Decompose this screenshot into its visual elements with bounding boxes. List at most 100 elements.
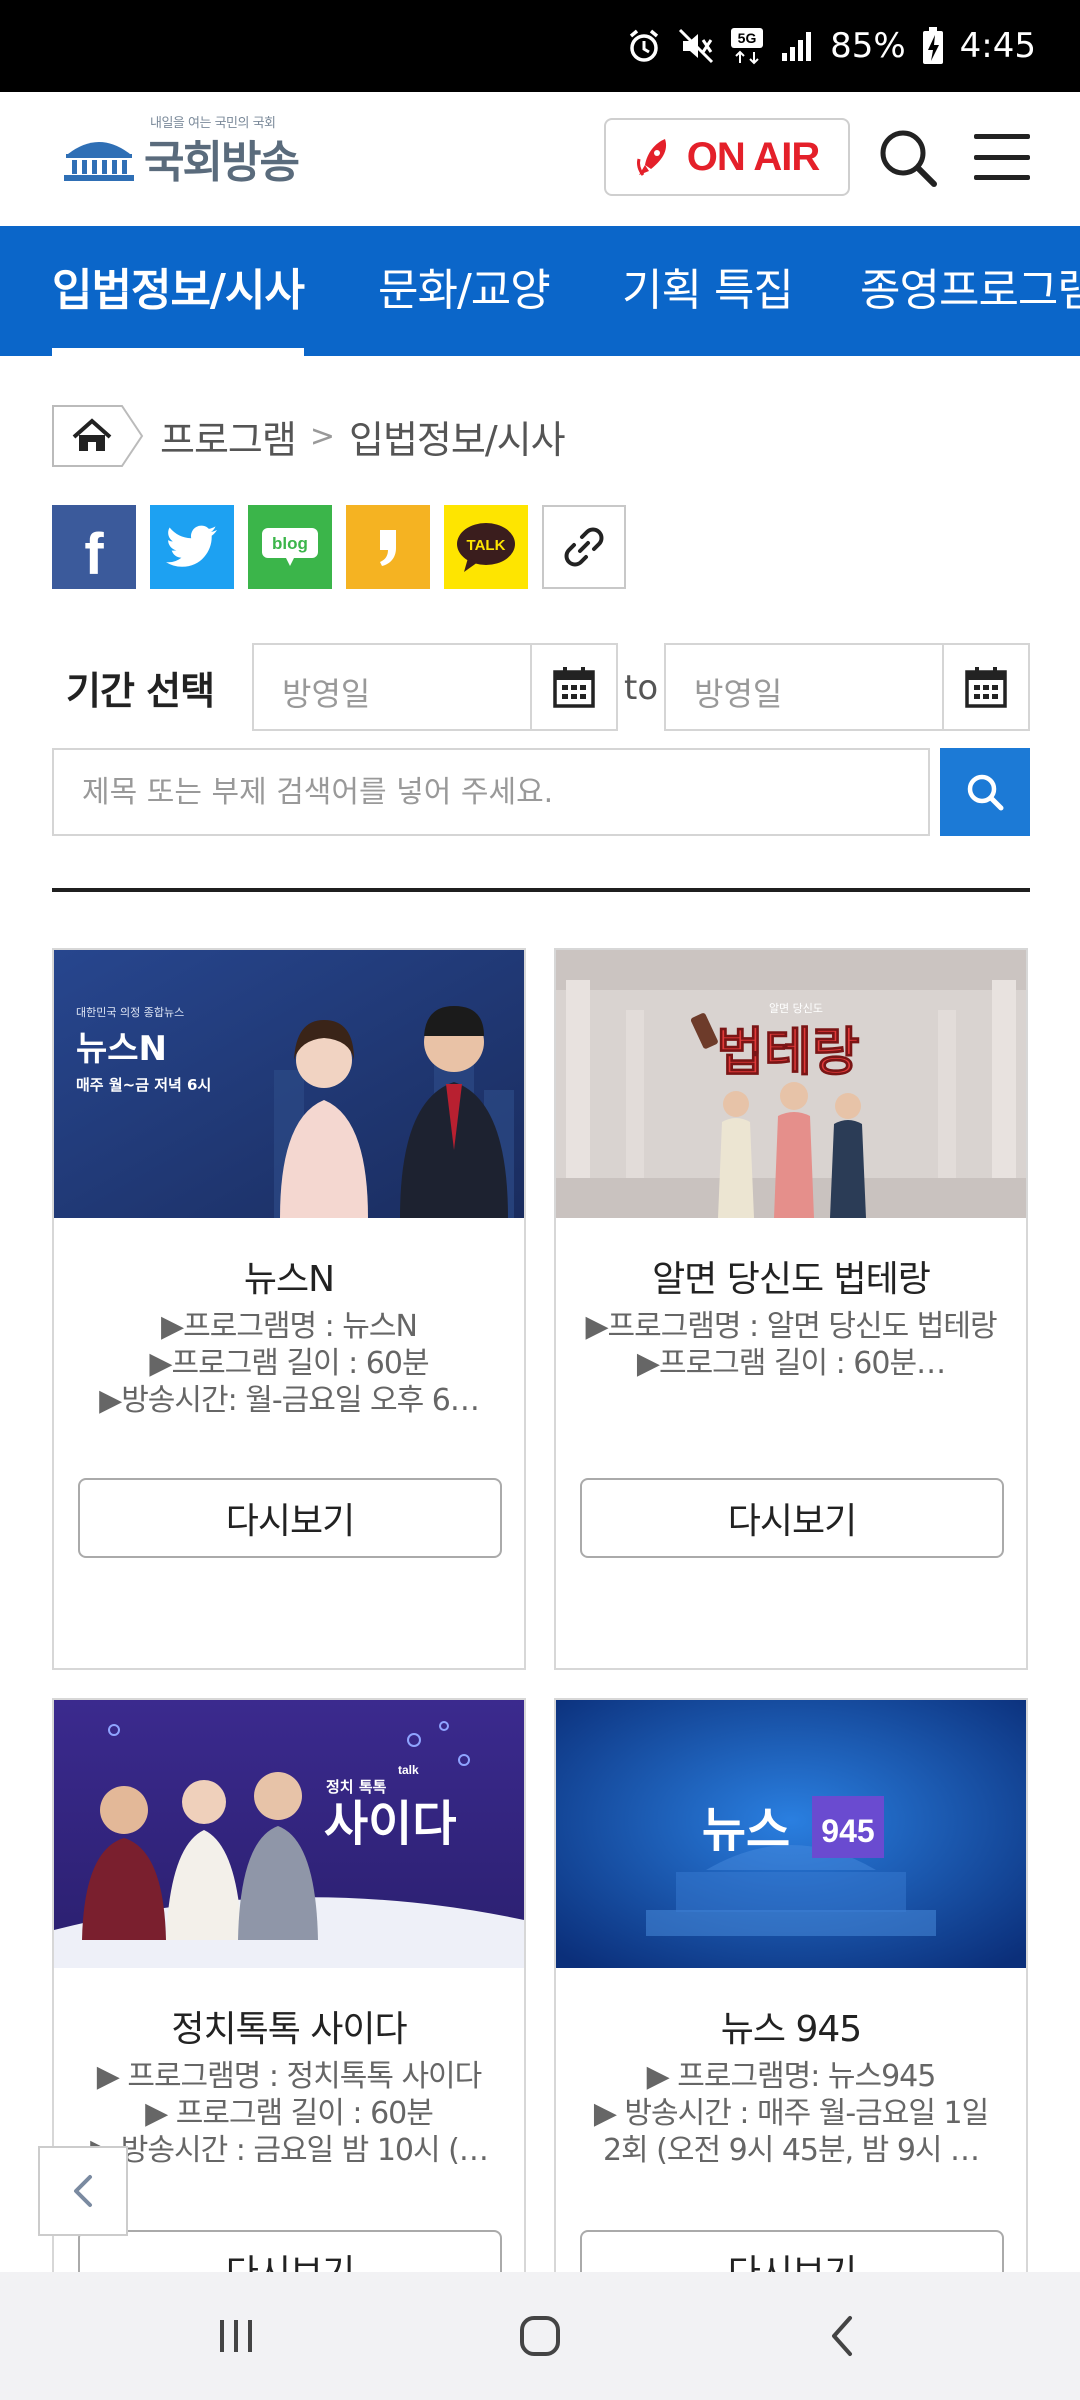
svg-text:법테랑: 법테랑	[716, 1023, 860, 1083]
start-date-calendar-button[interactable]	[530, 645, 616, 729]
on-air-button[interactable]: ON AIR	[604, 118, 850, 196]
menu-icon-bar	[974, 134, 1030, 139]
program-desc-line: ▶프로그램명 : 알면 당신도 법테랑	[585, 1309, 997, 1344]
svg-text:945: 945	[821, 1813, 874, 1849]
period-label: 기간 선택	[66, 669, 215, 713]
end-date-field[interactable]: 방영일	[664, 643, 1030, 731]
start-date-field[interactable]: 방영일	[252, 643, 618, 731]
breadcrumb-item-programs[interactable]: 프로그램	[160, 409, 297, 464]
svg-text:대한민국 의정 종합뉴스: 대한민국 의정 종합뉴스	[76, 1006, 184, 1019]
home-circle-icon	[520, 2316, 560, 2356]
program-description: ▶프로그램명 : 알면 당신도 법테랑 ▶프로그램 길이 : 60분…	[582, 1308, 1000, 1382]
replay-button[interactable]: 다시보기	[78, 1478, 502, 1558]
program-desc-line: ▶ 방송시간 : 금요일 밤 10시 (…	[90, 2133, 489, 2168]
end-date-calendar-button[interactable]	[942, 645, 1028, 729]
program-description: ▶프로그램명 : 뉴스N ▶프로그램 길이 : 60분 ▶방송시간: 월-금요일…	[80, 1308, 498, 1419]
svg-text:알면 당신도: 알면 당신도	[769, 1001, 823, 1015]
search-icon	[967, 774, 1004, 811]
program-thumbnail[interactable]: 뉴스 945	[556, 1700, 1026, 1968]
back-button[interactable]	[812, 2306, 872, 2366]
site-logo[interactable]: 내일을 여는 국민의 국회 국회방송	[62, 116, 300, 190]
menu-icon-bar	[974, 154, 1030, 160]
program-desc-line: ▶프로그램 길이 : 60분	[149, 1346, 429, 1381]
twitter-icon	[166, 525, 217, 567]
svg-text:blog: blog	[272, 534, 308, 553]
program-desc-line: ▶ 방송시간 : 매주 월-금요일 1일 2회 (오전 9시 45분, 밤 9시…	[593, 2096, 989, 2168]
header-search-button[interactable]	[876, 126, 940, 190]
svg-text:talk: talk	[398, 1763, 419, 1777]
svg-text:TALK: TALK	[467, 537, 506, 554]
back-arrow-icon	[832, 2316, 852, 2356]
program-title[interactable]: 정치톡톡 사이다	[54, 2000, 524, 2052]
logo-text: 국회방송	[144, 137, 300, 188]
program-title[interactable]: 알면 당신도 법테랑	[556, 1250, 1026, 1302]
rocket-icon	[636, 139, 666, 176]
on-air-label: ON AIR	[686, 134, 821, 179]
recent-apps-button[interactable]	[206, 2306, 266, 2366]
logo-tagline: 내일을 여는 국민의 국회	[150, 116, 276, 131]
battery-percent: 85%	[830, 26, 906, 66]
section-divider	[52, 888, 1030, 892]
mute-icon	[678, 28, 714, 64]
menu-button[interactable]	[974, 134, 1030, 180]
blog-icon: blog	[262, 528, 318, 566]
5g-icon: 5G	[730, 27, 764, 65]
share-blog-button[interactable]: blog	[248, 505, 332, 589]
share-facebook-button[interactable]: f	[52, 505, 136, 589]
signal-icon	[780, 29, 814, 63]
breadcrumb-home[interactable]	[52, 405, 144, 467]
program-desc-line: ▶ 프로그램명: 뉴스945	[646, 2059, 937, 2094]
svg-text:사이다: 사이다	[324, 1796, 456, 1852]
status-bar: 5G 85% 4:45	[0, 0, 1080, 92]
program-desc-line: ▶ 프로그램 길이 : 60분	[145, 2096, 434, 2131]
category-nav: 입법정보/시사 문화/교양 기획 특집 종영프로그램	[0, 226, 1080, 356]
share-kakaostory-button[interactable]	[346, 505, 430, 589]
svg-text:뉴스: 뉴스	[702, 1802, 790, 1858]
menu-icon-bar	[974, 175, 1030, 180]
tab-legislation-current-affairs[interactable]: 입법정보/시사	[52, 226, 305, 356]
program-thumbnail[interactable]: 알면 당신도 법테랑	[556, 950, 1026, 1218]
breadcrumb: 프로그램 > 입법정보/시사	[52, 404, 566, 468]
share-buttons: f blog TALK	[52, 505, 626, 589]
share-kakaotalk-button[interactable]: TALK	[444, 505, 528, 589]
calendar-icon	[553, 667, 595, 708]
site-header: 내일을 여는 국민의 국회 국회방송 ON AIR	[0, 92, 1080, 226]
share-twitter-button[interactable]	[150, 505, 234, 589]
tab-special-features[interactable]: 기획 특집	[622, 226, 794, 356]
breadcrumb-item-current: 입법정보/시사	[348, 417, 566, 462]
alarm-icon	[626, 28, 662, 64]
program-desc-line: ▶방송시간: 월-금요일 오후 6…	[99, 1383, 480, 1418]
chevron-left-icon	[74, 2175, 92, 2207]
battery-charging-icon	[922, 27, 944, 65]
facebook-icon: f	[84, 521, 104, 587]
program-card[interactable]: 알면 당신도 법테랑 알면 당신도 법테랑 ▶프로그램명 : 알면 당신도 법테…	[554, 948, 1028, 1670]
svg-text:정치 톡톡: 정치 톡톡	[326, 1778, 387, 1796]
program-thumbnail[interactable]: 정치 톡톡 talk 사이다	[54, 1700, 524, 1968]
program-title[interactable]: 뉴스N	[54, 1250, 524, 1302]
clock: 4:45	[959, 26, 1036, 66]
program-search-button[interactable]	[940, 748, 1030, 836]
program-card[interactable]: 대한민국 의정 종합뉴스 뉴스N 매주 월~금 저녁 6시 뉴스N ▶프로그램명…	[52, 948, 526, 1670]
svg-text:뉴스N: 뉴스N	[76, 1029, 167, 1069]
recent-apps-icon	[220, 2320, 252, 2352]
copy-link-button[interactable]	[542, 505, 626, 589]
replay-button[interactable]: 다시보기	[580, 1478, 1004, 1558]
kakaotalk-icon: TALK	[457, 523, 515, 572]
breadcrumb-separator: >	[309, 418, 335, 454]
svg-text:매주 월~금 저녁 6시: 매주 월~금 저녁 6시	[76, 1076, 211, 1094]
program-description: ▶ 프로그램명 : 정치톡톡 사이다 ▶ 프로그램 길이 : 60분 ▶ 방송시…	[80, 2058, 498, 2169]
floating-back-button[interactable]	[38, 2146, 128, 2236]
link-icon	[564, 527, 604, 567]
program-desc-line: ▶프로그램 길이 : 60분…	[636, 1346, 946, 1381]
program-thumbnail[interactable]: 대한민국 의정 종합뉴스 뉴스N 매주 월~금 저녁 6시	[54, 950, 524, 1218]
program-search-input[interactable]	[52, 748, 930, 836]
kakaostory-icon	[380, 530, 396, 566]
home-button[interactable]	[510, 2306, 570, 2366]
start-date-placeholder: 방영일	[282, 675, 371, 713]
program-title[interactable]: 뉴스 945	[556, 2000, 1026, 2052]
tab-ended-programs[interactable]: 종영프로그램	[860, 226, 1080, 356]
program-desc-line: ▶ 프로그램명 : 정치톡톡 사이다	[96, 2059, 483, 2094]
search-icon	[880, 130, 937, 187]
calendar-icon	[965, 667, 1007, 708]
tab-culture-education[interactable]: 문화/교양	[378, 226, 551, 356]
